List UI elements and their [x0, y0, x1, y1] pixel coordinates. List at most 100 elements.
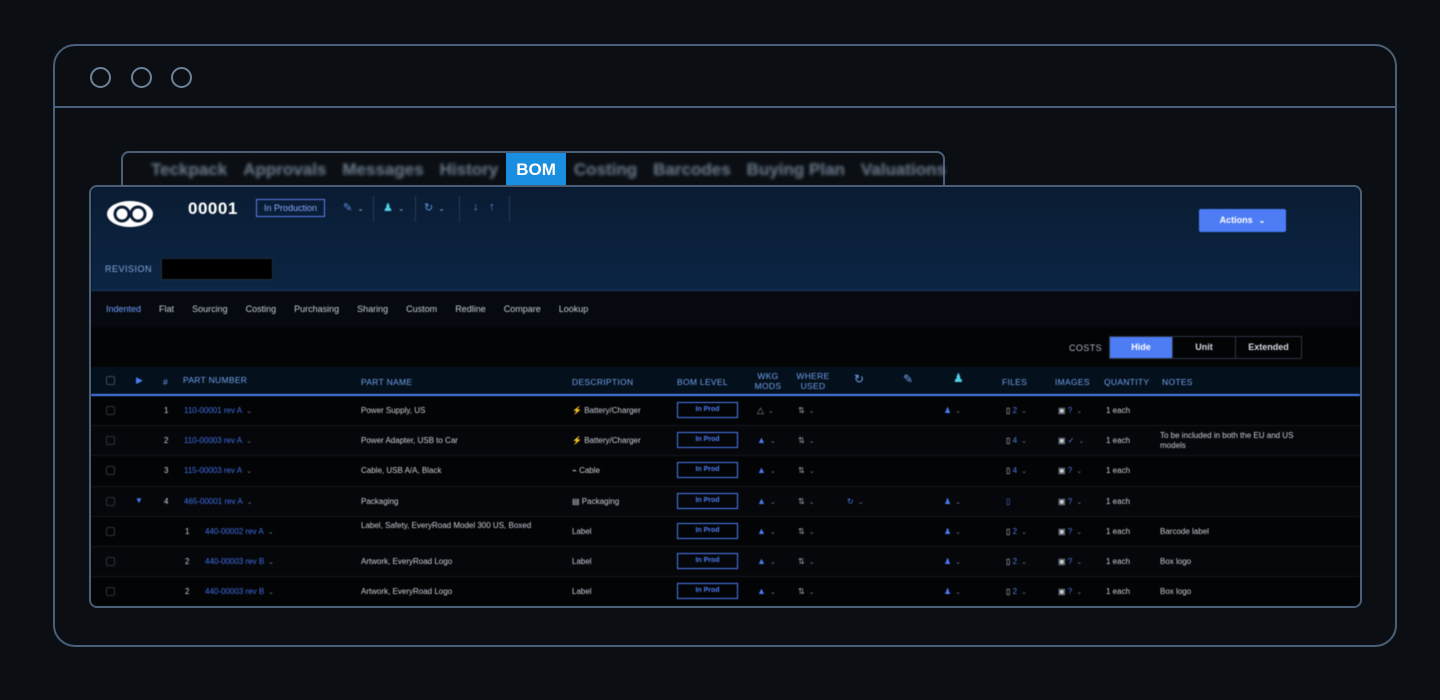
row-checkbox[interactable]: [106, 526, 115, 536]
row-checkbox[interactable]: [106, 496, 115, 506]
col-files[interactable]: FILES: [1002, 377, 1027, 387]
bom-level-pill[interactable]: In Prod: [677, 462, 738, 479]
col-where-used[interactable]: WHERE USED: [795, 371, 831, 391]
col-part-number[interactable]: PART NUMBER: [183, 375, 247, 385]
file-icon[interactable]: ▯: [1006, 497, 1010, 506]
view-tab-compare[interactable]: Compare: [504, 304, 541, 314]
where-used-menu[interactable]: ⇅ ⌄: [798, 436, 815, 445]
revision-input[interactable]: [161, 258, 273, 280]
view-tab-sharing[interactable]: Sharing: [357, 304, 388, 314]
part-number-link[interactable]: 110-00003 rev A ⌄: [184, 436, 252, 445]
costs-extended-button[interactable]: Extended: [1236, 337, 1301, 358]
assignee-menu[interactable]: ♟ ⌄: [944, 557, 961, 566]
col-sync-icon[interactable]: ↻: [854, 373, 864, 385]
window-maximize-dot[interactable]: [171, 67, 192, 88]
table-row[interactable]: 1 440-00002 rev A ⌄ Label, Safety, EveryR…: [91, 516, 1360, 547]
bom-level-pill[interactable]: In Prod: [677, 552, 738, 569]
tab-teckpack[interactable]: Teckpack: [143, 153, 235, 187]
images-menu[interactable]: ▣ ? ⌄: [1058, 557, 1082, 566]
col-notes[interactable]: NOTES: [1162, 377, 1193, 387]
costs-hide-button[interactable]: Hide: [1110, 337, 1173, 358]
window-close-dot[interactable]: [90, 67, 111, 88]
wkg-mods-icon[interactable]: ▲ ⌄: [757, 465, 776, 475]
view-tab-redline[interactable]: Redline: [455, 304, 486, 314]
table-row[interactable]: ▼ 4 465-00001 rev A ⌄ Packaging ▤ Packagi…: [91, 486, 1360, 517]
col-edit-icon[interactable]: ✎: [903, 373, 913, 385]
sync-menu[interactable]: ↻ ⌄: [847, 497, 864, 506]
col-description[interactable]: DESCRIPTION: [572, 377, 633, 387]
tab-costing[interactable]: Costing: [566, 153, 645, 187]
col-wkg-mods[interactable]: WKG MODS: [753, 371, 783, 391]
row-checkbox[interactable]: [106, 466, 115, 476]
part-number-link[interactable]: 110-00001 rev A ⌄: [184, 406, 252, 415]
status-badge[interactable]: In Production: [256, 199, 326, 217]
select-all-checkbox[interactable]: [106, 376, 115, 385]
files-menu[interactable]: ▯ 2 ⌄: [1006, 587, 1027, 596]
col-quantity[interactable]: QUANTITY: [1104, 377, 1149, 387]
assignee-menu[interactable]: ♟ ⌄: [944, 527, 961, 536]
wkg-mods-icon[interactable]: ▲ ⌄: [757, 526, 776, 536]
view-tab-custom[interactable]: Custom: [406, 304, 437, 314]
row-checkbox[interactable]: [106, 406, 115, 415]
collapse-row-icon[interactable]: ▼: [135, 496, 143, 505]
bom-level-pill[interactable]: In Prod: [677, 402, 738, 418]
wkg-mods-icon[interactable]: △ ⌄: [757, 405, 774, 416]
move-down-button[interactable]: ↓: [473, 201, 479, 213]
window-minimize-dot[interactable]: [131, 67, 152, 88]
tab-approvals[interactable]: Approvals: [235, 153, 334, 187]
tab-valuations[interactable]: Valuations: [853, 153, 954, 187]
edit-menu[interactable]: ✎ ⌄: [343, 201, 364, 214]
wkg-mods-icon[interactable]: ▲ ⌄: [757, 586, 776, 596]
assignee-menu[interactable]: ♟ ⌄: [944, 406, 961, 415]
costs-unit-button[interactable]: Unit: [1173, 337, 1236, 358]
files-menu[interactable]: ▯ 2 ⌄: [1006, 527, 1027, 536]
images-menu[interactable]: ▣ ? ⌄: [1058, 497, 1082, 506]
row-checkbox[interactable]: [106, 587, 115, 597]
row-checkbox[interactable]: [106, 556, 115, 566]
where-used-menu[interactable]: ⇅ ⌄: [798, 527, 815, 536]
images-menu[interactable]: ▣ ? ⌄: [1058, 527, 1082, 536]
images-menu[interactable]: ▣ ✓ ⌄: [1058, 436, 1084, 445]
images-menu[interactable]: ▣ ? ⌄: [1058, 466, 1082, 475]
wkg-mods-icon[interactable]: ▲ ⌄: [757, 496, 776, 506]
files-menu[interactable]: ▯ 2 ⌄: [1006, 557, 1027, 566]
table-row[interactable]: 2 440-00003 rev B ⌄ Artwork, EveryRoad Lo…: [91, 577, 1360, 606]
assignee-menu[interactable]: ♟ ⌄: [944, 497, 961, 506]
tab-history[interactable]: History: [432, 153, 507, 187]
wkg-mods-icon[interactable]: ▲ ⌄: [757, 435, 776, 445]
where-used-menu[interactable]: ⇅ ⌄: [798, 587, 815, 596]
move-up-button[interactable]: ↑: [489, 201, 495, 213]
tab-bom[interactable]: BOM: [506, 153, 566, 187]
part-number-link[interactable]: 440-00003 rev B ⌄: [205, 587, 274, 596]
files-menu[interactable]: ▯ 2 ⌄: [1006, 406, 1027, 415]
files-menu[interactable]: ▯ 4 ⌄: [1006, 436, 1027, 445]
part-number-link[interactable]: 440-00003 rev B ⌄: [205, 557, 274, 566]
view-tab-lookup[interactable]: Lookup: [559, 304, 589, 314]
table-row[interactable]: 3 115-00003 rev A ⌄ Cable, USB A/A, Black…: [91, 456, 1360, 487]
table-row[interactable]: 1 110-00001 rev A ⌄ Power Supply, US ⚡ Ba…: [91, 396, 1360, 427]
where-used-menu[interactable]: ⇅ ⌄: [798, 406, 815, 415]
table-row[interactable]: 2 110-00003 rev A ⌄ Power Adapter, USB to…: [91, 426, 1360, 457]
bom-level-pill[interactable]: In Prod: [677, 583, 738, 600]
wkg-mods-icon[interactable]: ▲ ⌄: [757, 556, 776, 566]
images-menu[interactable]: ▣ ? ⌄: [1058, 587, 1082, 596]
col-part-name[interactable]: PART NAME: [361, 377, 412, 387]
tab-barcodes[interactable]: Barcodes: [645, 153, 738, 187]
where-used-menu[interactable]: ⇅ ⌄: [798, 557, 815, 566]
col-assignee-icon[interactable]: ♟: [953, 372, 964, 384]
view-tab-costing[interactable]: Costing: [246, 304, 277, 314]
files-menu[interactable]: ▯ 4 ⌄: [1006, 466, 1027, 475]
part-number-link[interactable]: 115-00003 rev A ⌄: [184, 466, 252, 475]
part-number-link[interactable]: 440-00002 rev A ⌄: [205, 527, 274, 536]
expand-all-icon[interactable]: ▶: [136, 375, 143, 385]
col-images[interactable]: IMAGES: [1055, 377, 1090, 387]
col-bom-level[interactable]: BOM LEVEL: [677, 377, 728, 387]
assign-menu[interactable]: ♟ ⌄: [383, 201, 405, 214]
part-number-link[interactable]: 465-00001 rev A ⌄: [184, 497, 253, 506]
bom-level-pill[interactable]: In Prod: [677, 432, 738, 449]
where-used-menu[interactable]: ⇅ ⌄: [798, 497, 815, 506]
bom-level-pill[interactable]: In Prod: [677, 522, 738, 539]
tab-messages[interactable]: Messages: [334, 153, 431, 187]
images-menu[interactable]: ▣ ? ⌄: [1058, 406, 1082, 415]
view-tab-indented[interactable]: Indented: [106, 304, 141, 314]
